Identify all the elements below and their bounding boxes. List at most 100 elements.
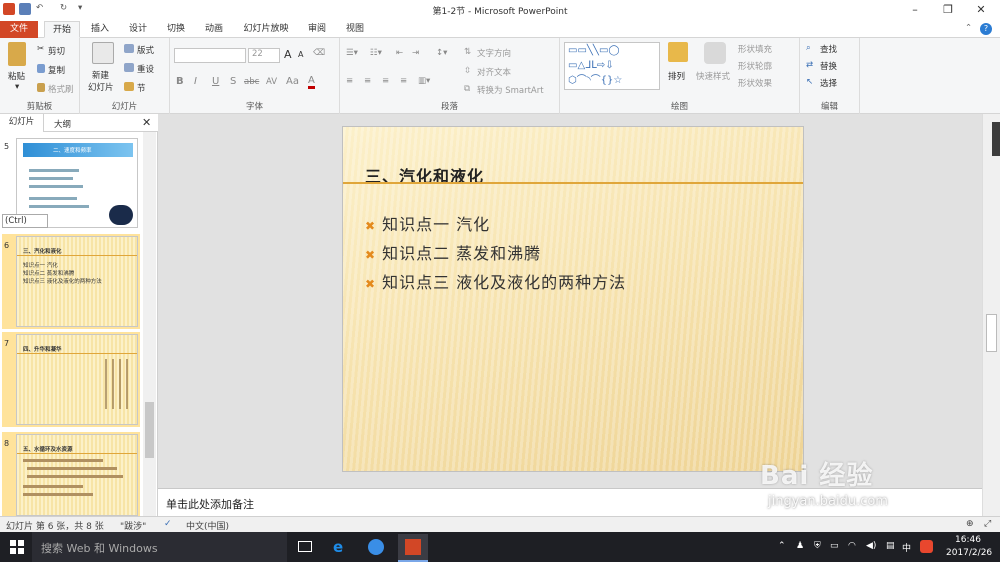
layout-button[interactable]: 版式: [137, 44, 154, 56]
format-painter-button[interactable]: 格式刷: [48, 83, 74, 95]
powerpoint-taskbar-button[interactable]: [398, 534, 428, 562]
align-text-button[interactable]: 对齐文本: [477, 66, 511, 78]
clear-format-icon[interactable]: ⌫: [313, 48, 325, 58]
quick-styles-button[interactable]: 快速样式: [696, 70, 730, 82]
slide-scrollbar[interactable]: [982, 114, 1000, 516]
sogou-icon[interactable]: [920, 540, 933, 553]
shape-fill-button[interactable]: 形状填充: [738, 43, 772, 55]
italic-button[interactable]: I: [194, 76, 197, 87]
tab-design[interactable]: 设计: [122, 21, 154, 38]
bold-button[interactable]: B: [176, 76, 184, 87]
tab-animations[interactable]: 动画: [198, 21, 230, 38]
tab-outline[interactable]: 大纲: [54, 118, 71, 130]
ime-indicator[interactable]: 中: [902, 541, 911, 554]
slide-bullet-3[interactable]: ✖ 知识点三 液化及液化的两种方法: [365, 269, 626, 293]
tab-slides[interactable]: 幻灯片: [0, 114, 44, 132]
justify-icon[interactable]: ≡: [400, 76, 407, 86]
font-size-combo[interactable]: 22: [248, 48, 280, 63]
current-slide[interactable]: 三、汽化和液化 ✖ 知识点一 汽化 ✖ 知识点二 蒸发和沸腾 ✖ 知识点三 液化及液化…: [342, 126, 804, 472]
paste-button[interactable]: 粘贴: [8, 70, 25, 82]
slide-bullet-1[interactable]: ✖ 知识点一 汽化: [365, 211, 490, 235]
shape-outline-button[interactable]: 形状轮廓: [738, 60, 772, 72]
cut-icon[interactable]: ✂: [37, 44, 44, 54]
clock-date[interactable]: 2017/2/26: [946, 548, 992, 558]
cut-button[interactable]: 剪切: [48, 45, 65, 57]
copy-icon[interactable]: [37, 64, 45, 73]
shield-icon[interactable]: ⛨: [814, 541, 821, 551]
tray-expand-icon[interactable]: ⌃: [778, 541, 786, 551]
close-panel-icon[interactable]: ✕: [142, 116, 151, 129]
shape-effects-button[interactable]: 形状效果: [738, 77, 772, 89]
slide-thumbnail-8[interactable]: 五、水循环及水资源: [16, 434, 138, 516]
paste-icon[interactable]: [8, 42, 26, 66]
change-case-button[interactable]: Aa: [286, 76, 299, 87]
columns-icon[interactable]: ▥▾: [418, 76, 430, 86]
align-right-icon[interactable]: ≡: [382, 76, 389, 86]
minimize-button[interactable]: –: [904, 2, 926, 18]
language-status[interactable]: 中文(中国): [186, 519, 229, 532]
reset-button[interactable]: 重设: [137, 63, 154, 75]
panel-scroll-thumb[interactable]: [145, 402, 154, 458]
action-center-icon[interactable]: ▤: [886, 541, 895, 551]
theme-status[interactable]: "跋涉": [120, 519, 146, 532]
taskbar-search[interactable]: 搜索 Web 和 Windows: [32, 532, 287, 562]
bullets-icon[interactable]: ☰▾: [346, 48, 358, 58]
line-spacing-icon[interactable]: ↕▾: [436, 48, 447, 58]
slide-bullet-2[interactable]: ✖ 知识点二 蒸发和沸腾: [365, 240, 541, 264]
spellcheck-icon[interactable]: ✓: [164, 519, 172, 529]
collapse-ribbon-icon[interactable]: ⌃: [965, 23, 972, 33]
panel-scrollbar[interactable]: [143, 132, 156, 516]
windows-start-icon[interactable]: [10, 540, 24, 554]
tab-slideshow[interactable]: 幻灯片放映: [238, 21, 294, 38]
font-family-combo[interactable]: [174, 48, 246, 63]
battery-icon[interactable]: ▭: [830, 541, 839, 551]
tab-transitions[interactable]: 切换: [160, 21, 192, 38]
slide-thumbnail-6[interactable]: 三、汽化和液化 知识点一 汽化 知识点二 蒸发和沸腾 知识点三 液化及液化的两种…: [16, 236, 138, 327]
text-direction-button[interactable]: 文字方向: [477, 47, 511, 59]
decrease-indent-icon[interactable]: ⇤: [396, 48, 403, 58]
help-icon[interactable]: ?: [980, 23, 992, 35]
paste-dropdown-icon[interactable]: ▾: [15, 82, 19, 92]
find-button[interactable]: 查找: [820, 43, 837, 55]
tab-home[interactable]: 开始: [44, 21, 80, 38]
paste-options-button[interactable]: (Ctrl): [2, 214, 48, 228]
new-slide-label[interactable]: 新建: [92, 69, 109, 81]
smartart-button[interactable]: 转换为 SmartArt: [477, 84, 544, 96]
close-button[interactable]: ✕: [970, 2, 992, 18]
replace-button[interactable]: 替换: [820, 60, 837, 72]
edge-icon[interactable]: e: [333, 538, 343, 556]
char-spacing-button[interactable]: AV: [266, 77, 277, 87]
restore-button[interactable]: ❐: [937, 2, 959, 18]
zoom-in-icon[interactable]: ⊕: [966, 519, 974, 529]
volume-icon[interactable]: ◀): [866, 541, 876, 551]
new-slide-icon[interactable]: [92, 42, 114, 64]
tab-file[interactable]: 文件: [0, 21, 38, 38]
shapes-gallery[interactable]: ▭▭╲╲▭◯ ▭△ᒧᒪ⇨⇩ ⬡⌒◝⌒{}☆: [564, 42, 660, 90]
slide-thumbnail-7[interactable]: 四、升华和凝华: [16, 334, 138, 425]
new-slide-sub-label[interactable]: 幻灯片: [88, 81, 114, 93]
copy-button[interactable]: 复制: [48, 64, 65, 76]
section-button[interactable]: 节: [137, 82, 146, 94]
network-icon[interactable]: ◠: [848, 541, 856, 551]
underline-button[interactable]: U: [212, 76, 219, 87]
arrange-button[interactable]: 排列: [668, 70, 685, 82]
shrink-font-button[interactable]: A: [298, 50, 303, 59]
increase-indent-icon[interactable]: ⇥: [412, 48, 419, 58]
tab-review[interactable]: 审阅: [302, 21, 332, 38]
strikethrough-button[interactable]: abc: [244, 77, 259, 87]
align-center-icon[interactable]: ≡: [364, 76, 371, 86]
select-button[interactable]: 选择: [820, 77, 837, 89]
font-color-button[interactable]: A: [308, 76, 315, 89]
task-view-icon[interactable]: [298, 541, 312, 552]
numbering-icon[interactable]: ☷▾: [370, 48, 382, 58]
slide-scroll-thumb[interactable]: [986, 314, 997, 352]
shadow-button[interactable]: S: [230, 76, 236, 87]
tab-insert[interactable]: 插入: [84, 21, 116, 38]
fit-slide-icon[interactable]: ⤢: [984, 519, 991, 529]
browser-icon[interactable]: [368, 539, 384, 555]
tab-view[interactable]: 视图: [340, 21, 370, 38]
tray-app-icon[interactable]: ♟: [796, 541, 804, 551]
grow-font-button[interactable]: A: [284, 48, 292, 61]
clock-time[interactable]: 16:46: [955, 535, 981, 545]
align-left-icon[interactable]: ≡: [346, 76, 353, 86]
